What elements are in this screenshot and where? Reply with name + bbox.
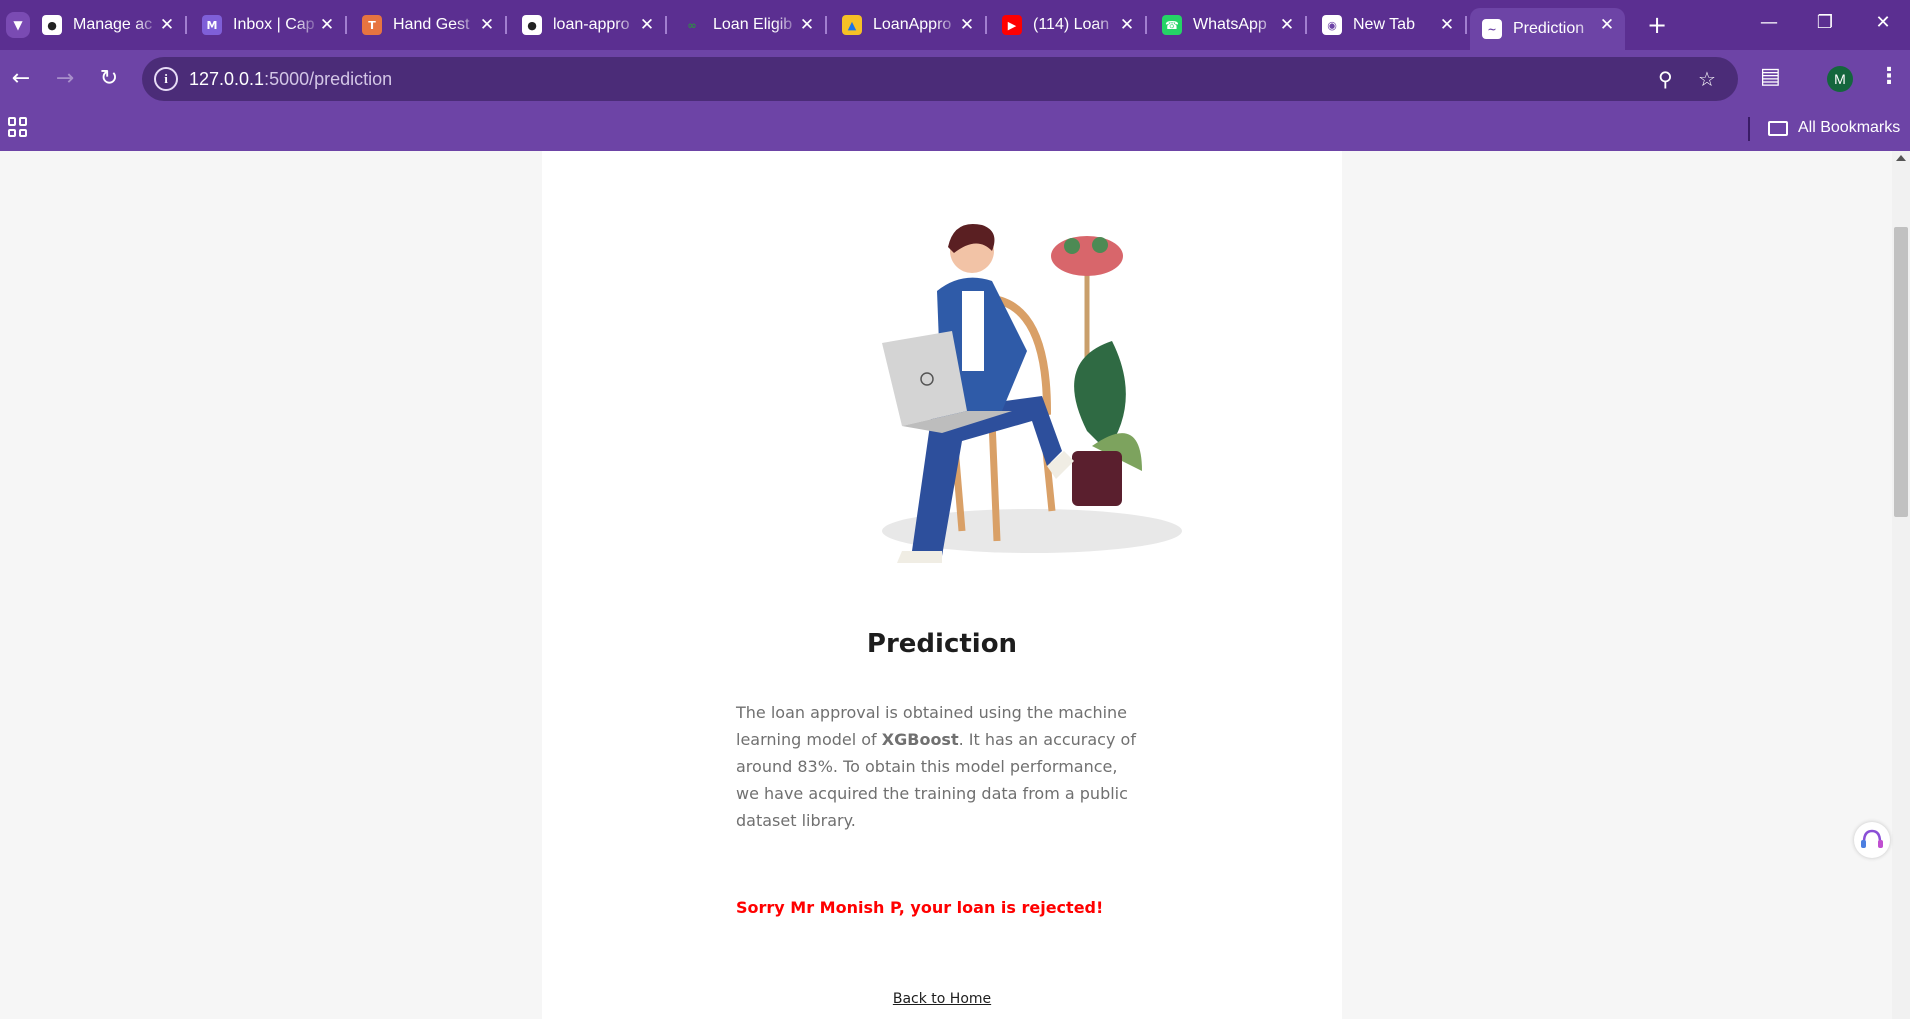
menu-icon[interactable]: ⋮	[1878, 64, 1900, 89]
tab-separator	[505, 16, 507, 34]
model-description: The loan approval is obtained using the …	[736, 699, 1136, 834]
tab-title: WhatsApp	[1193, 16, 1267, 33]
tab-title: Inbox | Cap	[233, 16, 315, 33]
tab-8[interactable]: ◉ New Tab ✕	[1310, 8, 1467, 42]
tab-title: Loan Eligib	[713, 16, 793, 33]
chrome-icon: ◉	[1322, 15, 1342, 35]
close-tab-icon[interactable]: ✕	[797, 15, 817, 35]
all-bookmarks-label: All Bookmarks	[1798, 119, 1901, 136]
tab-title: Hand Gest	[393, 16, 470, 33]
page-scrollbar[interactable]	[1892, 151, 1910, 1019]
forward-button[interactable]: →	[50, 64, 80, 94]
tab-4[interactable]: ∞ Loan Eligib ✕	[670, 8, 827, 42]
github-icon: ●	[42, 15, 62, 35]
reload-button[interactable]: ↻	[94, 64, 124, 94]
tab-2[interactable]: T Hand Gest ✕	[350, 8, 507, 42]
close-tab-icon[interactable]: ✕	[317, 15, 337, 35]
drive-icon: ▲	[842, 15, 862, 35]
close-tab-icon[interactable]: ✕	[1277, 15, 1297, 35]
restore-button[interactable]: ❐	[1810, 12, 1840, 33]
tab-9[interactable]: ~ Prediction ✕	[1470, 8, 1625, 50]
scrollbar-thumb[interactable]	[1894, 227, 1908, 517]
new-tab-button[interactable]: +	[1644, 12, 1670, 38]
close-window-button[interactable]: ✕	[1868, 12, 1898, 33]
tab-separator	[1305, 16, 1307, 34]
url-text[interactable]: 127.0.0.1:5000/prediction	[189, 69, 392, 90]
tab-title: Manage ac	[73, 16, 153, 33]
tab-separator	[345, 16, 347, 34]
tab-search-button[interactable]: ▼	[6, 12, 30, 38]
gfg-icon: ∞	[687, 18, 697, 32]
close-tab-icon[interactable]: ✕	[1437, 15, 1457, 35]
minimize-button[interactable]: —	[1754, 12, 1784, 33]
tab-7[interactable]: ☎ WhatsApp ✕	[1150, 8, 1307, 42]
whatsapp-icon: ☎	[1162, 15, 1182, 35]
tab-title: (114) Loan	[1033, 16, 1110, 33]
github-icon: ●	[522, 15, 542, 35]
close-tab-icon[interactable]: ✕	[957, 15, 977, 35]
mail-icon: M	[202, 15, 222, 35]
tab-strip: ▼ ● Manage ac ✕ M Inbox | Cap ✕ T Hand Gest ✕ ● lo…	[0, 0, 1910, 50]
folder-icon	[1768, 120, 1788, 136]
extensions-icon[interactable]: ▤	[1760, 64, 1781, 89]
tab-separator	[985, 16, 987, 34]
tab-separator	[665, 16, 667, 34]
close-tab-icon[interactable]: ✕	[1117, 15, 1137, 35]
bookmark-star-icon[interactable]: ☆	[1698, 67, 1716, 91]
url-path: :5000/prediction	[264, 69, 393, 89]
apps-grid-icon[interactable]	[8, 117, 28, 137]
prediction-result: Sorry Mr Monish P, your loan is rejected…	[736, 898, 1104, 917]
url-host: 127.0.0.1	[189, 69, 265, 89]
prediction-card: Prediction The loan approval is obtained…	[542, 151, 1342, 1019]
tab-separator	[825, 16, 827, 34]
back-button[interactable]: ←	[6, 64, 36, 94]
back-to-home-link[interactable]: Back to Home	[542, 991, 1342, 1007]
profile-avatar[interactable]: M	[1827, 66, 1853, 92]
browser-toolbar: ← → ↻ i 127.0.0.1:5000/prediction ⚲ ☆ ▤ …	[0, 50, 1910, 108]
page-icon: ~	[1482, 19, 1502, 39]
scroll-up-arrow-icon[interactable]	[1896, 155, 1906, 161]
tab-3[interactable]: ● loan-appro ✕	[510, 8, 667, 42]
tab-5[interactable]: ▲ LoanAppro ✕	[830, 8, 987, 42]
tab-1[interactable]: M Inbox | Cap ✕	[190, 8, 347, 42]
tab-separator	[1465, 16, 1467, 34]
tab-title: Prediction	[1513, 20, 1585, 37]
close-tab-icon[interactable]: ✕	[1597, 15, 1617, 35]
page-viewport: Prediction The loan approval is obtained…	[0, 151, 1910, 1019]
bookmarks-bar: All Bookmarks	[0, 108, 1910, 151]
tab-separator	[1145, 16, 1147, 34]
tab-title: New Tab	[1353, 16, 1415, 33]
tab-6[interactable]: ▶ (114) Loan ✕	[990, 8, 1147, 42]
tab-0[interactable]: ● Manage ac ✕	[30, 8, 187, 42]
model-name: XGBoost	[881, 730, 959, 749]
address-bar[interactable]: i 127.0.0.1:5000/prediction ⚲ ☆	[142, 57, 1738, 101]
all-bookmarks-button[interactable]: All Bookmarks	[1768, 119, 1900, 137]
close-tab-icon[interactable]: ✕	[637, 15, 657, 35]
support-headset-icon[interactable]	[1854, 822, 1890, 858]
site-info-icon[interactable]: i	[154, 67, 178, 91]
tab-title: LoanAppro	[873, 16, 952, 33]
bookmarks-separator	[1748, 117, 1750, 141]
close-tab-icon[interactable]: ✕	[157, 15, 177, 35]
page-title: Prediction	[866, 629, 1018, 659]
zoom-icon[interactable]: ⚲	[1658, 67, 1673, 91]
tab-separator	[185, 16, 187, 34]
tab-title: loan-appro	[553, 16, 630, 33]
close-tab-icon[interactable]: ✕	[477, 15, 497, 35]
youtube-icon: ▶	[1002, 15, 1022, 35]
person-with-laptop-illustration	[882, 223, 1182, 563]
tf-icon: T	[362, 15, 382, 35]
